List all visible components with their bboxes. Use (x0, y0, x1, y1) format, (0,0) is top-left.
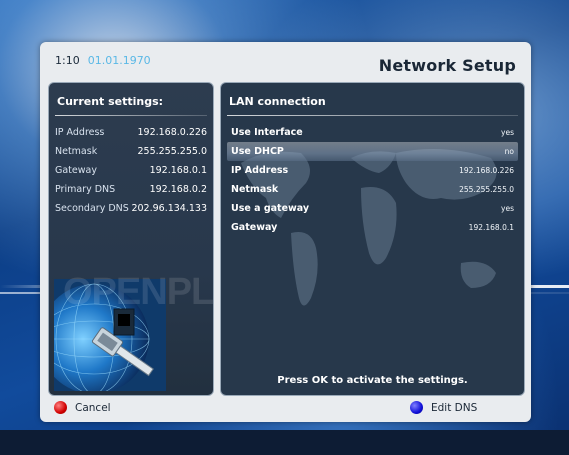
lan-label: Use DHCP (231, 146, 284, 157)
setting-label: Netmask (55, 146, 98, 157)
cancel-label: Cancel (75, 401, 111, 414)
setting-row-netmask: Netmask 255.255.255.0 (55, 142, 207, 161)
lan-value: 192.168.0.226 (459, 166, 514, 175)
blue-button-icon (410, 401, 423, 414)
setting-value: 192.168.0.226 (137, 127, 207, 138)
edit-dns-label: Edit DNS (431, 401, 478, 414)
setting-value: 255.255.255.0 (137, 146, 207, 157)
lan-value: no (504, 147, 514, 156)
lan-value: 192.168.0.1 (468, 223, 514, 232)
red-button-icon (54, 401, 67, 414)
network-setup-window: 1:10 01.01.1970 Network Setup Current set… (40, 42, 531, 422)
lan-value: 255.255.255.0 (459, 185, 514, 194)
setting-row-ip: IP Address 192.168.0.226 (55, 123, 207, 142)
lan-value: yes (501, 204, 514, 213)
cancel-button[interactable]: Cancel (54, 401, 111, 414)
setting-label: Primary DNS (55, 184, 116, 195)
lan-label: Gateway (231, 222, 278, 233)
setting-value: 192.168.0.1 (149, 165, 207, 176)
edit-dns-button[interactable]: Edit DNS (410, 401, 477, 414)
current-settings-heading: Current settings: (57, 95, 164, 108)
lan-connection-panel: LAN connection Use Interface yes Use DHC… (220, 82, 525, 396)
date-text: 01.01.1970 (87, 54, 151, 67)
openpli-watermark: OPENPLi (63, 271, 214, 313)
bottom-band (0, 430, 569, 455)
lan-row-use-interface[interactable]: Use Interface yes (227, 123, 518, 142)
lan-row-gateway[interactable]: Gateway 192.168.0.1 (227, 218, 518, 237)
current-settings-list: IP Address 192.168.0.226 Netmask 255.255… (55, 123, 207, 218)
current-settings-panel: Current settings: IP Address 192.168.0.2… (48, 82, 214, 396)
lan-label: IP Address (231, 165, 289, 176)
lan-label: Use Interface (231, 127, 303, 138)
setting-row-secondary-dns: Secondary DNS 202.96.134.133 (55, 199, 207, 218)
lan-row-use-dhcp[interactable]: Use DHCP no (227, 142, 518, 161)
lan-row-ip-address[interactable]: IP Address 192.168.0.226 (227, 161, 518, 180)
time-text: 1:10 (55, 54, 80, 67)
lan-row-use-gateway[interactable]: Use a gateway yes (227, 199, 518, 218)
activate-hint: Press OK to activate the settings. (277, 375, 468, 386)
lan-label: Netmask (231, 184, 279, 195)
lan-label: Use a gateway (231, 203, 310, 214)
setting-row-gateway: Gateway 192.168.0.1 (55, 161, 207, 180)
setting-value: 202.96.134.133 (131, 203, 207, 214)
setting-label: Secondary DNS (55, 203, 129, 214)
setting-label: Gateway (55, 165, 97, 176)
lan-value: yes (501, 128, 514, 137)
page-title: Network Setup (378, 56, 516, 75)
setting-value: 192.168.0.2 (149, 184, 207, 195)
setting-row-primary-dns: Primary DNS 192.168.0.2 (55, 180, 207, 199)
setting-label: IP Address (55, 127, 105, 138)
divider (55, 115, 207, 116)
lan-connection-heading: LAN connection (229, 95, 326, 108)
clock: 1:10 01.01.1970 (55, 54, 151, 67)
lan-settings-list: Use Interface yes Use DHCP no IP Address… (227, 123, 518, 237)
lan-row-netmask[interactable]: Netmask 255.255.255.0 (227, 180, 518, 199)
divider (227, 115, 518, 116)
